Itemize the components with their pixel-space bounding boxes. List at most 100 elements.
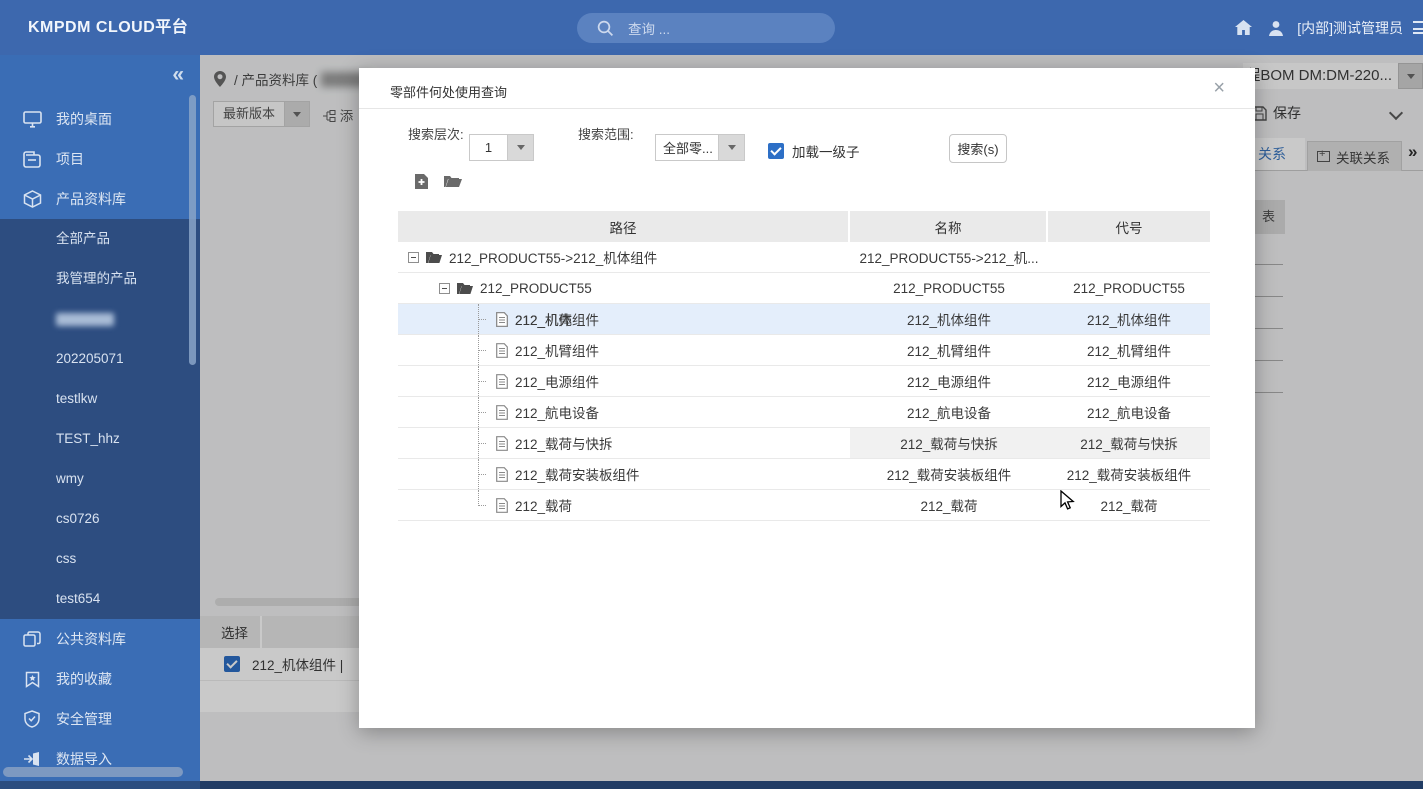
path-text: 212_航电设备 — [515, 406, 600, 421]
code-cell: 212_电源组件 — [1086, 375, 1172, 390]
folder-icon — [426, 251, 442, 263]
desktop-icon — [22, 110, 42, 128]
path-text: 212_载荷与快拆 — [515, 437, 613, 452]
name-cell: 212_航电设备 — [906, 406, 992, 421]
load-children-label: 加载一级子 — [792, 145, 860, 160]
collapse-node-icon[interactable] — [408, 251, 419, 263]
sidebar-sub-item[interactable]: TEST_hhz — [0, 419, 200, 459]
code-cell: 212_载荷与快拆 — [1048, 428, 1210, 458]
code-cell: 212_航电设备 — [1086, 406, 1172, 421]
home-icon[interactable] — [1234, 19, 1253, 36]
sidebar-sub-item[interactable]: 全部产品 — [0, 219, 200, 259]
column-header-name[interactable]: 名称 — [850, 211, 1048, 242]
sidebar: « 我的桌面 项目 产品资料库 全部产品 我管理的产品 202205071 te… — [0, 55, 200, 781]
table-row[interactable]: 212_PRODUCT55 212_PRODUCT55 212_PRODUCT5… — [398, 273, 1210, 304]
path-text: 212_机壳 — [515, 313, 573, 328]
bookmark-icon — [22, 671, 42, 688]
sidebar-submenu: 全部产品 我管理的产品 202205071 testlkw TEST_hhz w… — [0, 219, 200, 619]
name-cell: 212_机体组件 — [906, 313, 992, 328]
sidebar-sub-item[interactable]: 我管理的产品 — [0, 259, 200, 299]
path-text: 212_机臂组件 — [515, 344, 600, 359]
sidebar-sub-item[interactable]: 202205071 — [0, 339, 200, 379]
sidebar-item-public-library[interactable]: 公共资料库 — [0, 619, 200, 659]
where-used-dialog: 零部件何处使用查询 × 搜索层次: 1 搜索范围: 全部零... 加载一级子 搜… — [359, 68, 1255, 728]
code-cell: 212_载荷安装板组件 — [1066, 468, 1192, 483]
path-text: 212_PRODUCT55->212_机体组件 — [449, 251, 658, 266]
code-cell: 212_机臂组件 — [1086, 344, 1172, 359]
table-row[interactable]: 212_航电设备 212_航电设备 212_航电设备 — [398, 397, 1210, 428]
sidebar-collapse-button[interactable]: « — [172, 63, 184, 87]
document-icon — [496, 497, 508, 513]
sidebar-sub-item[interactable] — [0, 299, 200, 339]
path-text: 212_载荷安装板组件 — [515, 468, 640, 483]
folder-icon — [457, 282, 473, 294]
open-folder-icon[interactable] — [443, 173, 462, 188]
sidebar-item-security[interactable]: 安全管理 — [0, 699, 200, 739]
search-scope-select[interactable]: 全部零... — [655, 134, 745, 161]
table-row[interactable]: 212_电源组件 212_电源组件 212_电源组件 — [398, 366, 1210, 397]
name-cell: 212_电源组件 — [906, 375, 992, 390]
product-cube-icon — [22, 190, 42, 208]
search-level-label: 搜索层次: — [408, 127, 464, 142]
import-icon — [22, 751, 42, 767]
dialog-title: 零部件何处使用查询 — [390, 85, 508, 100]
name-cell: 212_机臂组件 — [906, 344, 992, 359]
name-cell: 212_载荷与快拆 — [850, 428, 1048, 458]
user-icon[interactable] — [1267, 19, 1285, 37]
document-icon — [496, 435, 508, 451]
shield-icon — [22, 710, 42, 728]
close-icon[interactable]: × — [1213, 78, 1225, 98]
code-cell: 212_PRODUCT55 — [1073, 280, 1185, 296]
search-scope-label: 搜索范围: — [578, 127, 634, 142]
global-search-input[interactable]: 查询 ... — [577, 13, 835, 43]
sidebar-item-favorites[interactable]: 我的收藏 — [0, 659, 200, 699]
name-cell: 212_载荷 — [920, 499, 978, 514]
current-user[interactable]: [内部]测试管理员 — [1297, 18, 1403, 38]
sidebar-sub-item[interactable]: test654 — [0, 579, 200, 619]
path-text: 212_PRODUCT55 — [480, 280, 592, 296]
name-cell: 212_PRODUCT55 — [893, 280, 1005, 296]
column-header-path[interactable]: 路径 — [398, 211, 850, 242]
column-header-code[interactable]: 代号 — [1048, 211, 1210, 242]
sidebar-item-desktop[interactable]: 我的桌面 — [0, 99, 200, 139]
table-row[interactable]: 212_机臂组件 212_机臂组件 212_机臂组件 — [398, 335, 1210, 366]
project-icon — [22, 150, 42, 168]
sidebar-vertical-scrollbar[interactable] — [189, 95, 196, 365]
select-arrow-icon[interactable] — [508, 134, 534, 161]
sidebar-item-projects[interactable]: 项目 — [0, 139, 200, 179]
mouse-cursor — [1060, 490, 1075, 510]
table-header: 路径 名称 代号 — [398, 211, 1210, 242]
add-document-icon[interactable] — [414, 173, 429, 190]
sidebar-sub-item[interactable]: wmy — [0, 459, 200, 499]
table-body: 212_PRODUCT55->212_机体组件 212_PRODUCT55->2… — [398, 242, 1210, 521]
menu-icon[interactable] — [1413, 21, 1423, 34]
document-icon — [496, 373, 508, 389]
load-children-checkbox[interactable] — [768, 143, 784, 159]
sidebar-sub-item[interactable]: testlkw — [0, 379, 200, 419]
search-scope-value: 全部零... — [655, 134, 719, 161]
sidebar-horizontal-scrollbar[interactable] — [3, 767, 183, 777]
search-level-select[interactable]: 1 — [469, 134, 534, 161]
sidebar-sub-item[interactable]: css — [0, 539, 200, 579]
search-icon — [597, 20, 614, 36]
table-row[interactable]: 212_PRODUCT55->212_机体组件 212_PRODUCT55->2… — [398, 242, 1210, 273]
path-text: 212_电源组件 — [515, 375, 600, 390]
collapse-node-icon[interactable] — [439, 282, 450, 294]
document-icon — [496, 342, 508, 358]
sidebar-sub-item[interactable]: cs0726 — [0, 499, 200, 539]
table-row[interactable]: 212_载荷与快拆 212_载荷与快拆 212_载荷与快拆 — [398, 428, 1210, 459]
app-header: KMPDM CLOUD平台 查询 ... [内部]测试管理员 — [0, 0, 1423, 55]
search-level-value: 1 — [469, 134, 508, 161]
code-cell: 212_机体组件 — [1086, 313, 1172, 328]
table-row[interactable]: 212_载荷 212_载荷 212_载荷 — [398, 490, 1210, 521]
copy-icon — [22, 630, 42, 648]
sidebar-item-product-library[interactable]: 产品资料库 — [0, 179, 200, 219]
table-row[interactable]: 212_载荷安装板组件 212_载荷安装板组件 212_载荷安装板组件 — [398, 459, 1210, 490]
document-icon — [496, 404, 508, 420]
select-arrow-icon[interactable] — [719, 134, 745, 161]
search-placeholder: 查询 ... — [628, 22, 671, 37]
document-icon — [496, 466, 508, 482]
search-button[interactable]: 搜索(s) — [949, 134, 1007, 163]
path-text: 212_载荷 — [515, 499, 573, 514]
document-icon — [496, 311, 508, 327]
